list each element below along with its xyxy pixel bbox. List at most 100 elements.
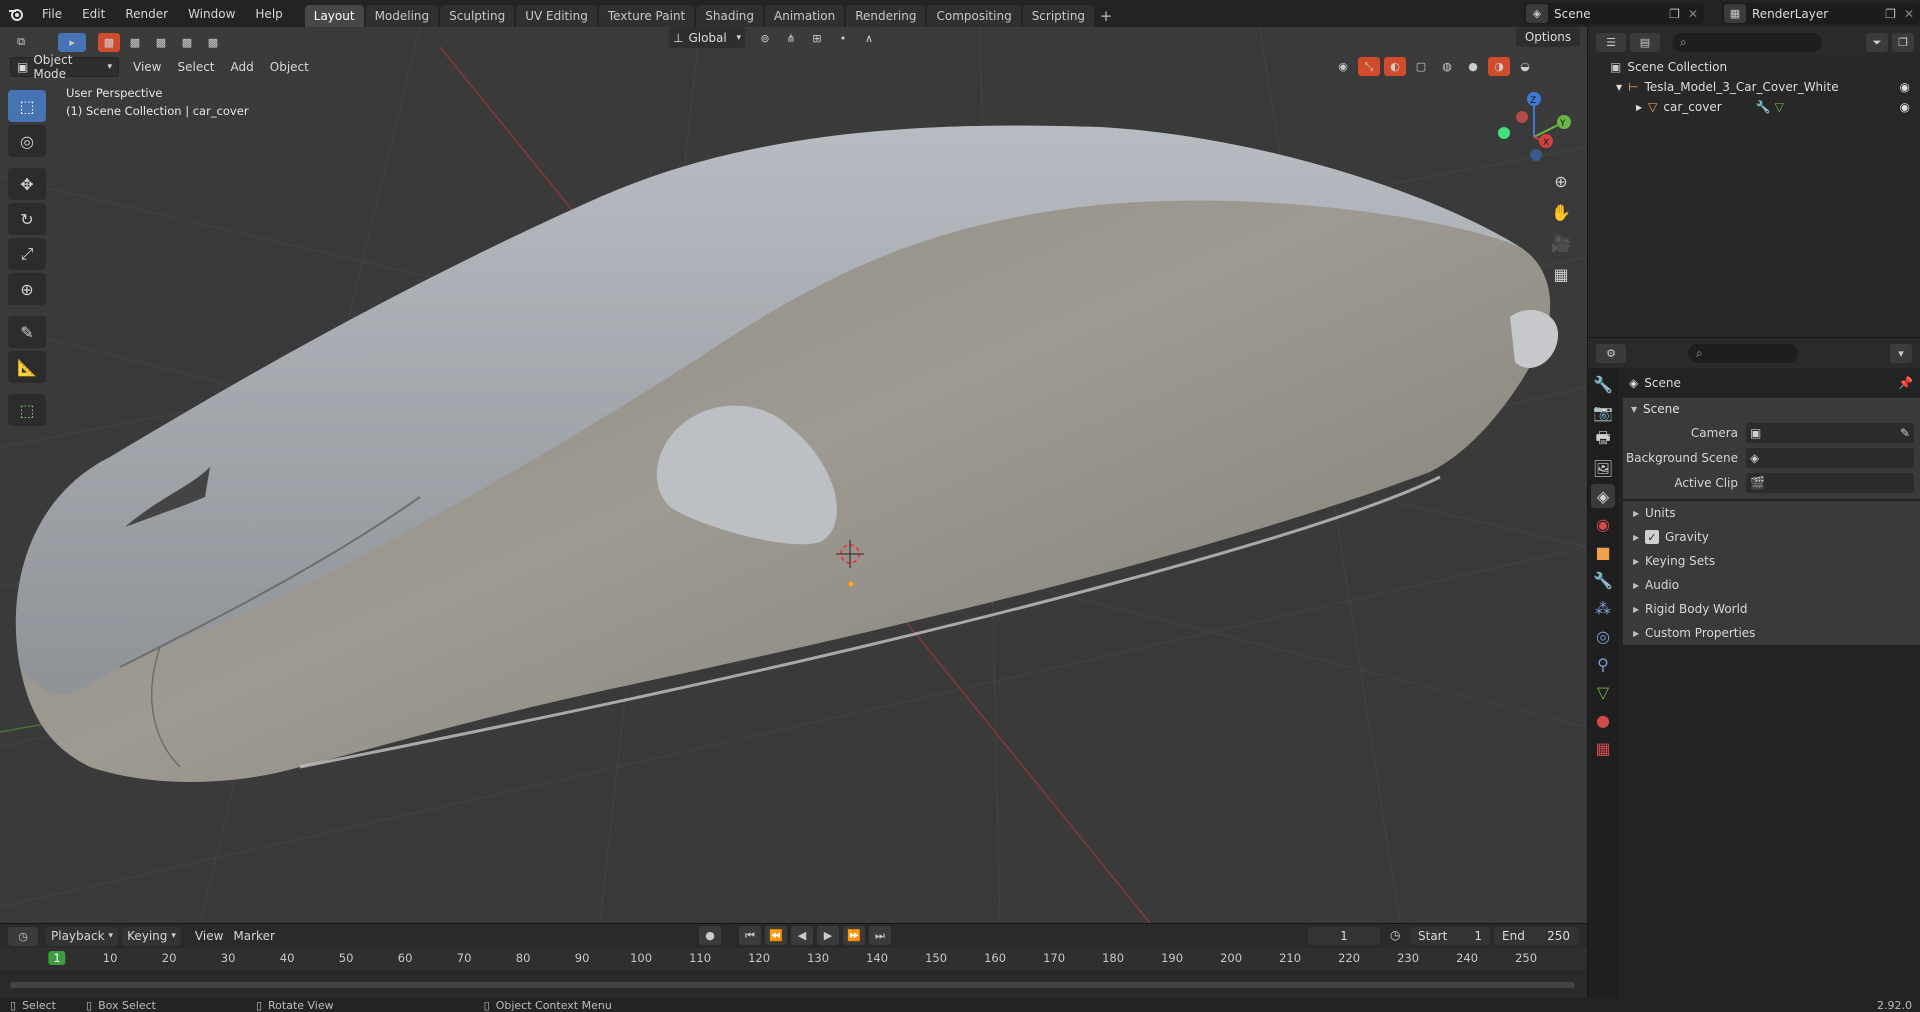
menu-view[interactable]: View: [133, 60, 161, 74]
play-reverse-icon[interactable]: ◀: [791, 926, 813, 945]
editor-type-icon[interactable]: ☰: [1596, 32, 1626, 52]
play-icon[interactable]: ▶: [817, 926, 839, 945]
pan-button[interactable]: ✋: [1547, 198, 1575, 226]
audio-panel-header[interactable]: ▶ Audio: [1623, 573, 1920, 597]
3d-viewport[interactable]: Z Y X ⧉ ▸ ▩ ▩ ▩ ▩ ▩ ▣ Object Mode ▾ View: [0, 27, 1587, 923]
eye-icon[interactable]: ◉: [1900, 80, 1910, 94]
add-workspace-button[interactable]: +: [1096, 5, 1116, 27]
measure-tool[interactable]: 📐: [8, 351, 46, 383]
prev-keyframe-icon[interactable]: ⏪: [765, 926, 787, 945]
tab-texture-paint[interactable]: Texture Paint: [598, 5, 695, 27]
annotate-tool[interactable]: ✎: [8, 316, 46, 348]
scale-tool[interactable]: ⤢: [8, 238, 46, 270]
tab-rendering[interactable]: Rendering: [846, 5, 926, 27]
tab-modeling[interactable]: Modeling: [365, 5, 439, 27]
clock-icon[interactable]: ◷: [1390, 928, 1400, 942]
set-selection-icon[interactable]: ▩: [98, 32, 120, 52]
frame-ruler[interactable]: 1 10 20 30 40 50 60 70 80 90 100 110 120 130 140 150 160…: [0, 948, 1587, 970]
visibility-icon[interactable]: ◉: [1332, 57, 1354, 76]
copy-icon[interactable]: ❐: [1669, 7, 1680, 21]
add-cube-tool[interactable]: ⬚: [8, 394, 46, 426]
gizmo-toggle-icon[interactable]: ⤡: [1358, 57, 1380, 76]
tab-uv-editing[interactable]: UV Editing: [516, 5, 597, 27]
menu-select[interactable]: Select: [177, 60, 214, 74]
wireframe-shading-icon[interactable]: ◍: [1436, 57, 1458, 76]
view-menu[interactable]: View: [195, 929, 223, 943]
outliner-search-field[interactable]: ⌕: [1672, 32, 1822, 52]
particles-tab[interactable]: ⁂: [1591, 596, 1615, 620]
tab-sculpting[interactable]: Sculpting: [440, 5, 515, 27]
tab-animation[interactable]: Animation: [765, 5, 845, 27]
zoom-button[interactable]: ⊕: [1547, 167, 1575, 195]
rotate-tool[interactable]: ↻: [8, 203, 46, 235]
tab-shading[interactable]: Shading: [696, 5, 763, 27]
current-frame-field[interactable]: 1: [1308, 927, 1380, 945]
jump-end-icon[interactable]: ⏭: [869, 926, 891, 945]
start-frame-field[interactable]: Start 1: [1410, 927, 1490, 945]
output-tab[interactable]: 🖶: [1591, 428, 1615, 452]
select-tool-icon[interactable]: ▸: [58, 32, 86, 52]
eyedropper-icon[interactable]: ✎: [1900, 426, 1910, 440]
expand-triangle-icon[interactable]: ▶: [1636, 103, 1642, 112]
timeline-scrollbar[interactable]: [10, 982, 1575, 988]
units-panel-header[interactable]: ▶ Units: [1623, 501, 1920, 525]
playback-menu[interactable]: Playback ▾: [46, 926, 119, 946]
material-shading-icon[interactable]: ◑: [1488, 57, 1510, 76]
record-icon[interactable]: ●: [699, 926, 721, 945]
outliner-row-object[interactable]: ▶ ▽ car_cover 🔧 ▽ ◉: [1588, 97, 1920, 117]
object-tab[interactable]: ■: [1591, 540, 1615, 564]
copy-icon[interactable]: ❐: [1885, 7, 1896, 21]
menu-render[interactable]: Render: [115, 7, 178, 21]
physics-tab[interactable]: ◎: [1591, 624, 1615, 648]
menu-file[interactable]: File: [32, 7, 72, 21]
tab-layout[interactable]: Layout: [304, 5, 364, 27]
world-tab[interactable]: ◉: [1591, 512, 1615, 536]
options-dropdown-icon[interactable]: ▾: [1890, 344, 1912, 363]
editor-type-icon[interactable]: ⧉: [6, 32, 36, 52]
overlay-toggle-icon[interactable]: ◐: [1384, 57, 1406, 76]
keying-menu[interactable]: Keying ▾: [122, 926, 181, 946]
renderlayer-selector[interactable]: ▦ RenderLayer ❐ ✕: [1722, 3, 1920, 24]
active-clip-field[interactable]: 🎬: [1746, 472, 1914, 493]
extend-selection-icon[interactable]: ▩: [124, 32, 146, 52]
mode-selector[interactable]: ▣ Object Mode ▾: [10, 53, 119, 81]
subtract-selection-icon[interactable]: ▩: [150, 32, 172, 52]
jump-start-icon[interactable]: ⏮: [739, 926, 761, 945]
gravity-checkbox[interactable]: ✓: [1645, 530, 1659, 544]
data-tab[interactable]: ▽: [1591, 680, 1615, 704]
ortho-toggle-button[interactable]: ▦: [1547, 260, 1575, 288]
texture-tab[interactable]: ▦: [1591, 736, 1615, 760]
eye-icon[interactable]: ◉: [1900, 100, 1910, 114]
move-tool[interactable]: ✥: [8, 168, 46, 200]
background-scene-field[interactable]: ◈: [1746, 447, 1914, 468]
cursor-tool[interactable]: ◎: [8, 125, 46, 157]
marker-menu[interactable]: Marker: [233, 929, 274, 943]
view-layer-tab[interactable]: 🖼: [1591, 456, 1615, 480]
xray-icon[interactable]: ▢: [1410, 57, 1432, 76]
close-icon[interactable]: ✕: [1904, 7, 1914, 21]
constraints-tab[interactable]: ⚲: [1591, 652, 1615, 676]
editor-type-icon[interactable]: ⚙: [1596, 343, 1626, 363]
tool-tab[interactable]: 🔧: [1591, 372, 1615, 396]
render-tab[interactable]: 📷: [1591, 400, 1615, 424]
tab-compositing[interactable]: Compositing: [927, 5, 1021, 27]
scene-panel-header[interactable]: ▼ Scene: [1623, 398, 1920, 420]
transform-tool[interactable]: ⊕: [8, 273, 46, 305]
outliner-row-scene-collection[interactable]: ▣ Scene Collection: [1588, 57, 1920, 77]
next-keyframe-icon[interactable]: ⏩: [843, 926, 865, 945]
display-mode-icon[interactable]: ▤: [1630, 32, 1660, 52]
rigid-body-world-panel-header[interactable]: ▶ Rigid Body World: [1623, 597, 1920, 621]
filter-icon[interactable]: ⏷: [1866, 33, 1888, 52]
tab-scripting[interactable]: Scripting: [1022, 5, 1095, 27]
gravity-panel-header[interactable]: ▶ ✓ Gravity: [1623, 525, 1920, 549]
solid-shading-icon[interactable]: ●: [1462, 57, 1484, 76]
camera-view-button[interactable]: 🎥: [1547, 229, 1575, 257]
custom-properties-panel-header[interactable]: ▶ Custom Properties: [1623, 621, 1920, 645]
modifier-tab[interactable]: 🔧: [1591, 568, 1615, 592]
invert-selection-icon[interactable]: ▩: [176, 32, 198, 52]
menu-window[interactable]: Window: [178, 7, 245, 21]
keying-sets-panel-header[interactable]: ▶ Keying Sets: [1623, 549, 1920, 573]
scene-tab[interactable]: ◈: [1591, 484, 1615, 508]
new-collection-icon[interactable]: ❐: [1892, 33, 1914, 52]
select-box-tool[interactable]: ⬚: [8, 90, 46, 122]
